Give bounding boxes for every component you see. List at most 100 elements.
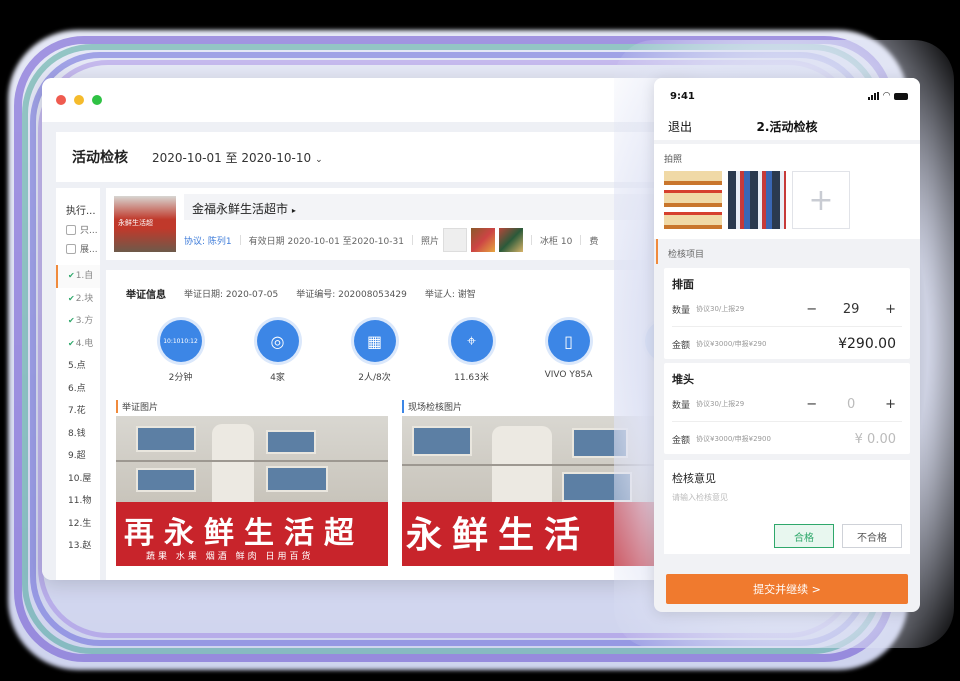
sidebar-item-label: 3.方 (75, 316, 94, 326)
cert-date: 举证日期: 2020-07-05 (184, 290, 279, 300)
check-icon: ✔ (68, 293, 75, 303)
checkbox[interactable] (66, 224, 76, 235)
nav-bar: 退出 2.活动检核 (654, 114, 920, 140)
captured-photo[interactable] (664, 171, 722, 229)
minus-button[interactable]: − (806, 397, 817, 412)
amt-label: 金额 (672, 340, 691, 351)
clock: 9:41 (670, 90, 695, 102)
filter-label: 展... (80, 245, 98, 255)
sidebar-item[interactable]: ✔2.块 (56, 288, 100, 311)
quantity-row: 数量 协议30/上报29 − 29 + (672, 300, 902, 318)
maximize-window-button[interactable] (92, 95, 102, 105)
valid-dates: 有效日期 2020-10-01 至2020-10-31 (248, 236, 404, 247)
amount-value: ¥290.00 (838, 336, 896, 352)
calendar-icon: ▦ (353, 320, 396, 362)
stat-item: ▦ 2人/8次 (326, 320, 423, 383)
close-window-button[interactable] (56, 95, 66, 105)
sidebar-item[interactable]: ✔3.方 (56, 310, 100, 333)
opinion-input[interactable]: 请输入检核意见 (672, 492, 902, 503)
certification-card: 举证信息 举证日期: 2020-07-05 举证编号: 202008053429… (106, 270, 702, 580)
fridge-count: 冰柜 10 (539, 236, 573, 247)
photo-section: 拍照 + (654, 144, 920, 239)
onsite-photo-label: 现场检核图片 (402, 400, 462, 413)
time-end: 10:12 (180, 337, 198, 345)
store-banner: 再永鲜生活超 蔬果 水果 烟酒 鲜肉 日用百货 (116, 502, 388, 566)
store-photo-thumb[interactable] (442, 228, 467, 252)
sidebar-item[interactable]: 13.赵 (56, 535, 100, 558)
rail-shape (116, 460, 388, 462)
sidebar-filter-1[interactable]: 只... (56, 217, 100, 236)
date-range-picker[interactable]: 2020-10-01 至 2020-10-10 ⌄ (152, 149, 323, 166)
sidebar-item[interactable]: ✔1.自 (56, 265, 100, 288)
sidebar: 执行... 只... 展... ✔1.自 ✔2.块 ✔3.方 ✔4.电 5.点 … (56, 188, 100, 580)
stat-value: 11.63米 (454, 373, 489, 383)
sidebar-item[interactable]: 8.钱 (56, 423, 100, 446)
date-range-text: 2020-10-01 至 2020-10-10 (152, 150, 312, 165)
stat-item: ▯ VIVO Y85A (520, 320, 617, 383)
sidebar-item[interactable]: 6.点 (56, 378, 100, 401)
sidebar-item[interactable]: 9.超 (56, 445, 100, 468)
chevron-down-icon: ⌄ (315, 154, 323, 165)
check-icon: ✔ (68, 338, 75, 348)
evidence-photo-label: 举证图片 (116, 400, 158, 413)
divider (672, 326, 902, 327)
cert-header: 举证信息 举证日期: 2020-07-05 举证编号: 202008053429… (126, 286, 476, 301)
amount-value: ¥ 0.00 (854, 431, 896, 447)
minus-button[interactable]: − (806, 302, 817, 317)
stat-item: 10:10 10:12 2分钟 (132, 320, 229, 383)
globe-icon: ◎ (256, 320, 299, 362)
sidebar-item-label: 2.块 (75, 293, 94, 304)
store-photo-thumb[interactable] (470, 228, 495, 252)
fail-button[interactable]: 不合格 (842, 524, 902, 548)
sidebar-item[interactable]: 12.生 (56, 513, 100, 536)
amt-hint: 协议¥3000/申报¥2900 (696, 435, 771, 443)
time-range-icon: 10:10 10:12 (159, 320, 202, 362)
store-photo-thumb[interactable] (498, 228, 523, 252)
minimize-window-button[interactable] (74, 95, 84, 105)
page-title: 活动检核 (72, 150, 128, 166)
sidebar-item[interactable]: 5.点 (56, 355, 100, 378)
stat-value: 2人/8次 (358, 373, 391, 383)
sidebar-header: 执行... (66, 206, 96, 217)
sidebar-item[interactable]: 11.物 (56, 490, 100, 513)
add-photo-button[interactable]: + (792, 171, 850, 229)
quantity-value[interactable]: 29 (841, 302, 861, 317)
time-start: 10:10 (163, 337, 181, 345)
pass-button[interactable]: 合格 (774, 524, 834, 548)
photo-label: 照片 (420, 236, 439, 247)
sidebar-item[interactable]: ✔4.电 (56, 333, 100, 356)
screen-title: 2.活动检核 (756, 120, 818, 134)
sidebar-item-label: 1.自 (75, 271, 94, 281)
signal-icon (868, 92, 880, 100)
photo-label: 拍照 (664, 155, 683, 165)
stage: 活动检核 2020-10-01 至 2020-10-10 ⌄ 执行... 只...… (0, 0, 960, 681)
quantity-value[interactable]: 0 (841, 397, 861, 412)
check-icon: ✔ (68, 316, 75, 325)
status-icons: ◠ (868, 91, 908, 101)
fee-label: 费 (589, 236, 599, 247)
quantity-row: 数量 协议30/上报29 − 0 + (672, 395, 902, 413)
amount-row: 金额 协议¥3000/申报¥290 ¥290.00 (672, 335, 902, 353)
filter-label: 只... (80, 226, 98, 236)
submit-continue-button[interactable]: 提交并继续 > (666, 574, 908, 604)
sidebar-item[interactable]: 7.花 (56, 400, 100, 423)
sidebar-list: ✔1.自 ✔2.块 ✔3.方 ✔4.电 5.点 6.点 7.花 8.钱 9.超 … (56, 265, 100, 558)
item-title: 排面 (672, 278, 694, 291)
plus-button[interactable]: + (885, 397, 896, 412)
qty-hint: 协议30/上报29 (696, 400, 745, 408)
cert-number: 举证编号: 202008053429 (296, 290, 407, 300)
window-shape (412, 426, 472, 456)
stat-value: 2分钟 (168, 373, 193, 383)
sidebar-filter-2[interactable]: 展... (56, 236, 100, 255)
divider (530, 235, 532, 245)
store-thumbnail[interactable]: 永鲜生活超 (114, 196, 176, 252)
evidence-photo[interactable]: 再永鲜生活超 蔬果 水果 烟酒 鲜肉 日用百货 (116, 416, 388, 566)
banner-text: 再永鲜生活超 (124, 516, 364, 551)
banner-text: 永鲜生活 (406, 514, 591, 556)
plus-button[interactable]: + (885, 302, 896, 317)
captured-photo[interactable] (728, 171, 786, 229)
check-item-card: 排面 数量 协议30/上报29 − 29 + 金额 协议¥3000/申报¥290… (664, 268, 910, 359)
balcony-shape (212, 424, 254, 502)
checkbox[interactable] (66, 243, 76, 254)
sidebar-item[interactable]: 10.屋 (56, 468, 100, 491)
